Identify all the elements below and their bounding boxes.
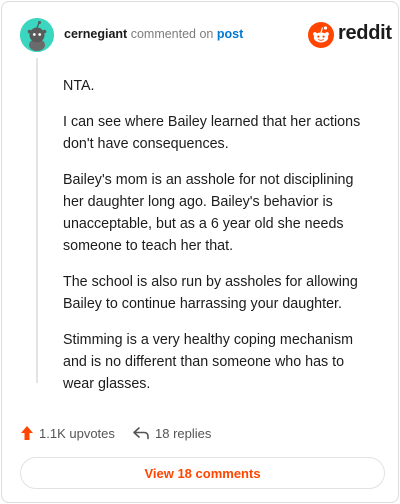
- upvote-stat[interactable]: 1.1K upvotes: [20, 421, 115, 445]
- comment-body: NTA. I can see where Bailey learned that…: [63, 75, 378, 409]
- comment-card: cernegiant commented on post reddit NTA.…: [1, 1, 399, 503]
- reply-arrow-icon[interactable]: [132, 426, 150, 440]
- username-link[interactable]: cernegiant: [64, 27, 127, 41]
- comment-paragraph: NTA.: [63, 78, 95, 94]
- thread-line[interactable]: [36, 58, 38, 383]
- comment-paragraph: Bailey's mom is an asshole for not disci…: [63, 172, 354, 254]
- comment-paragraph: Stimming is a very healthy coping mechan…: [63, 332, 354, 392]
- snoo-avatar-icon[interactable]: [20, 18, 54, 52]
- post-link[interactable]: post: [217, 27, 243, 41]
- view-comments-button[interactable]: View 18 comments: [20, 457, 385, 489]
- upvote-arrow-icon[interactable]: [20, 425, 34, 441]
- reddit-brand[interactable]: reddit: [308, 20, 392, 50]
- comment-header: cernegiant commented on post reddit: [20, 18, 392, 52]
- comment-stats: 1.1K upvotes 18 replies: [20, 421, 382, 445]
- reply-count: 18 replies: [155, 425, 212, 441]
- comment-meta: cernegiant commented on post: [64, 27, 243, 41]
- reddit-logo-icon: [308, 22, 334, 48]
- comment-paragraph: The school is also run by assholes for a…: [63, 274, 358, 312]
- reply-stat[interactable]: 18 replies: [132, 421, 211, 445]
- comment-paragraph: I can see where Bailey learned that her …: [63, 114, 361, 152]
- upvote-count: 1.1K upvotes: [39, 425, 115, 441]
- reddit-wordmark: reddit: [338, 22, 392, 44]
- comment-action-text: commented on: [130, 27, 214, 41]
